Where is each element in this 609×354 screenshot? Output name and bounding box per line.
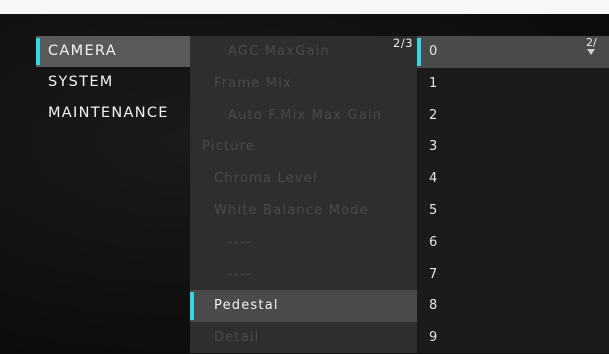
osd-menu-screen: CAMERA SYSTEM MAINTENANCE AGC MaxGain Fr…: [0, 0, 609, 353]
setting-label: AGC MaxGain: [228, 44, 330, 59]
setting-label: Detail: [214, 330, 260, 346]
setting-label: Chroma Level: [214, 171, 318, 187]
setting-picture[interactable]: Picture: [190, 131, 417, 163]
value-label: 8: [429, 298, 438, 314]
setting-placeholder-2: ----: [190, 259, 417, 291]
value-label: 9: [429, 330, 438, 346]
value-label: 6: [429, 234, 438, 250]
value-option[interactable]: 1: [417, 68, 609, 100]
values-list: 0 1 2 3 4 5 6 7 8 9: [417, 36, 609, 353]
scroll-down-icon[interactable]: [587, 49, 595, 55]
values-page-text: 2/: [586, 36, 597, 49]
menu-item-label: CAMERA: [48, 43, 117, 59]
value-option[interactable]: 3: [417, 131, 609, 163]
setting-label: Picture: [202, 139, 256, 155]
setting-chroma-level[interactable]: Chroma Level: [190, 163, 417, 195]
setting-auto-fmix-max-gain[interactable]: Auto F.Mix Max Gain: [190, 100, 417, 132]
value-label: 1: [429, 75, 438, 91]
setting-label: ----: [228, 266, 252, 282]
setting-white-balance-mode[interactable]: White Balance Mode: [190, 195, 417, 227]
value-label: 5: [429, 202, 438, 218]
category-menu: CAMERA SYSTEM MAINTENANCE: [36, 36, 190, 129]
value-option[interactable]: 2: [417, 100, 609, 132]
setting-placeholder-1: ----: [190, 227, 417, 259]
menu-item-label: SYSTEM: [48, 74, 114, 90]
setting-label: Pedestal: [214, 298, 279, 314]
setting-label: Frame Mix: [214, 75, 292, 91]
value-option[interactable]: 9: [417, 322, 609, 354]
top-border: [0, 0, 609, 14]
setting-detail[interactable]: Detail: [190, 322, 417, 354]
menu-item-camera[interactable]: CAMERA: [36, 36, 190, 67]
setting-label: ----: [228, 234, 252, 250]
setting-label: White Balance Mode: [214, 202, 369, 218]
setting-agc-maxgain[interactable]: AGC MaxGain: [190, 36, 417, 68]
menu-item-maintenance[interactable]: MAINTENANCE: [36, 98, 190, 129]
value-option[interactable]: 0: [417, 36, 609, 68]
settings-list: AGC MaxGain Frame Mix Auto F.Mix Max Gai…: [190, 36, 417, 353]
value-label: 3: [429, 139, 438, 155]
value-label: 4: [429, 171, 438, 187]
value-option[interactable]: 5: [417, 195, 609, 227]
setting-pedestal[interactable]: Pedestal: [190, 290, 417, 323]
value-option[interactable]: 8: [417, 290, 609, 322]
value-option[interactable]: 4: [417, 163, 609, 195]
menu-item-label: MAINTENANCE: [48, 105, 169, 121]
value-option[interactable]: 6: [417, 227, 609, 259]
setting-label: Auto F.Mix Max Gain: [228, 107, 383, 123]
value-option[interactable]: 7: [417, 259, 609, 291]
setting-frame-mix[interactable]: Frame Mix: [190, 68, 417, 100]
values-page-indicator: 2/: [586, 37, 597, 55]
menu-item-system[interactable]: SYSTEM: [36, 67, 190, 98]
settings-page-indicator: 2/3: [393, 36, 414, 50]
value-label: 7: [429, 266, 438, 282]
value-label: 0: [429, 44, 438, 59]
value-label: 2: [429, 107, 438, 123]
